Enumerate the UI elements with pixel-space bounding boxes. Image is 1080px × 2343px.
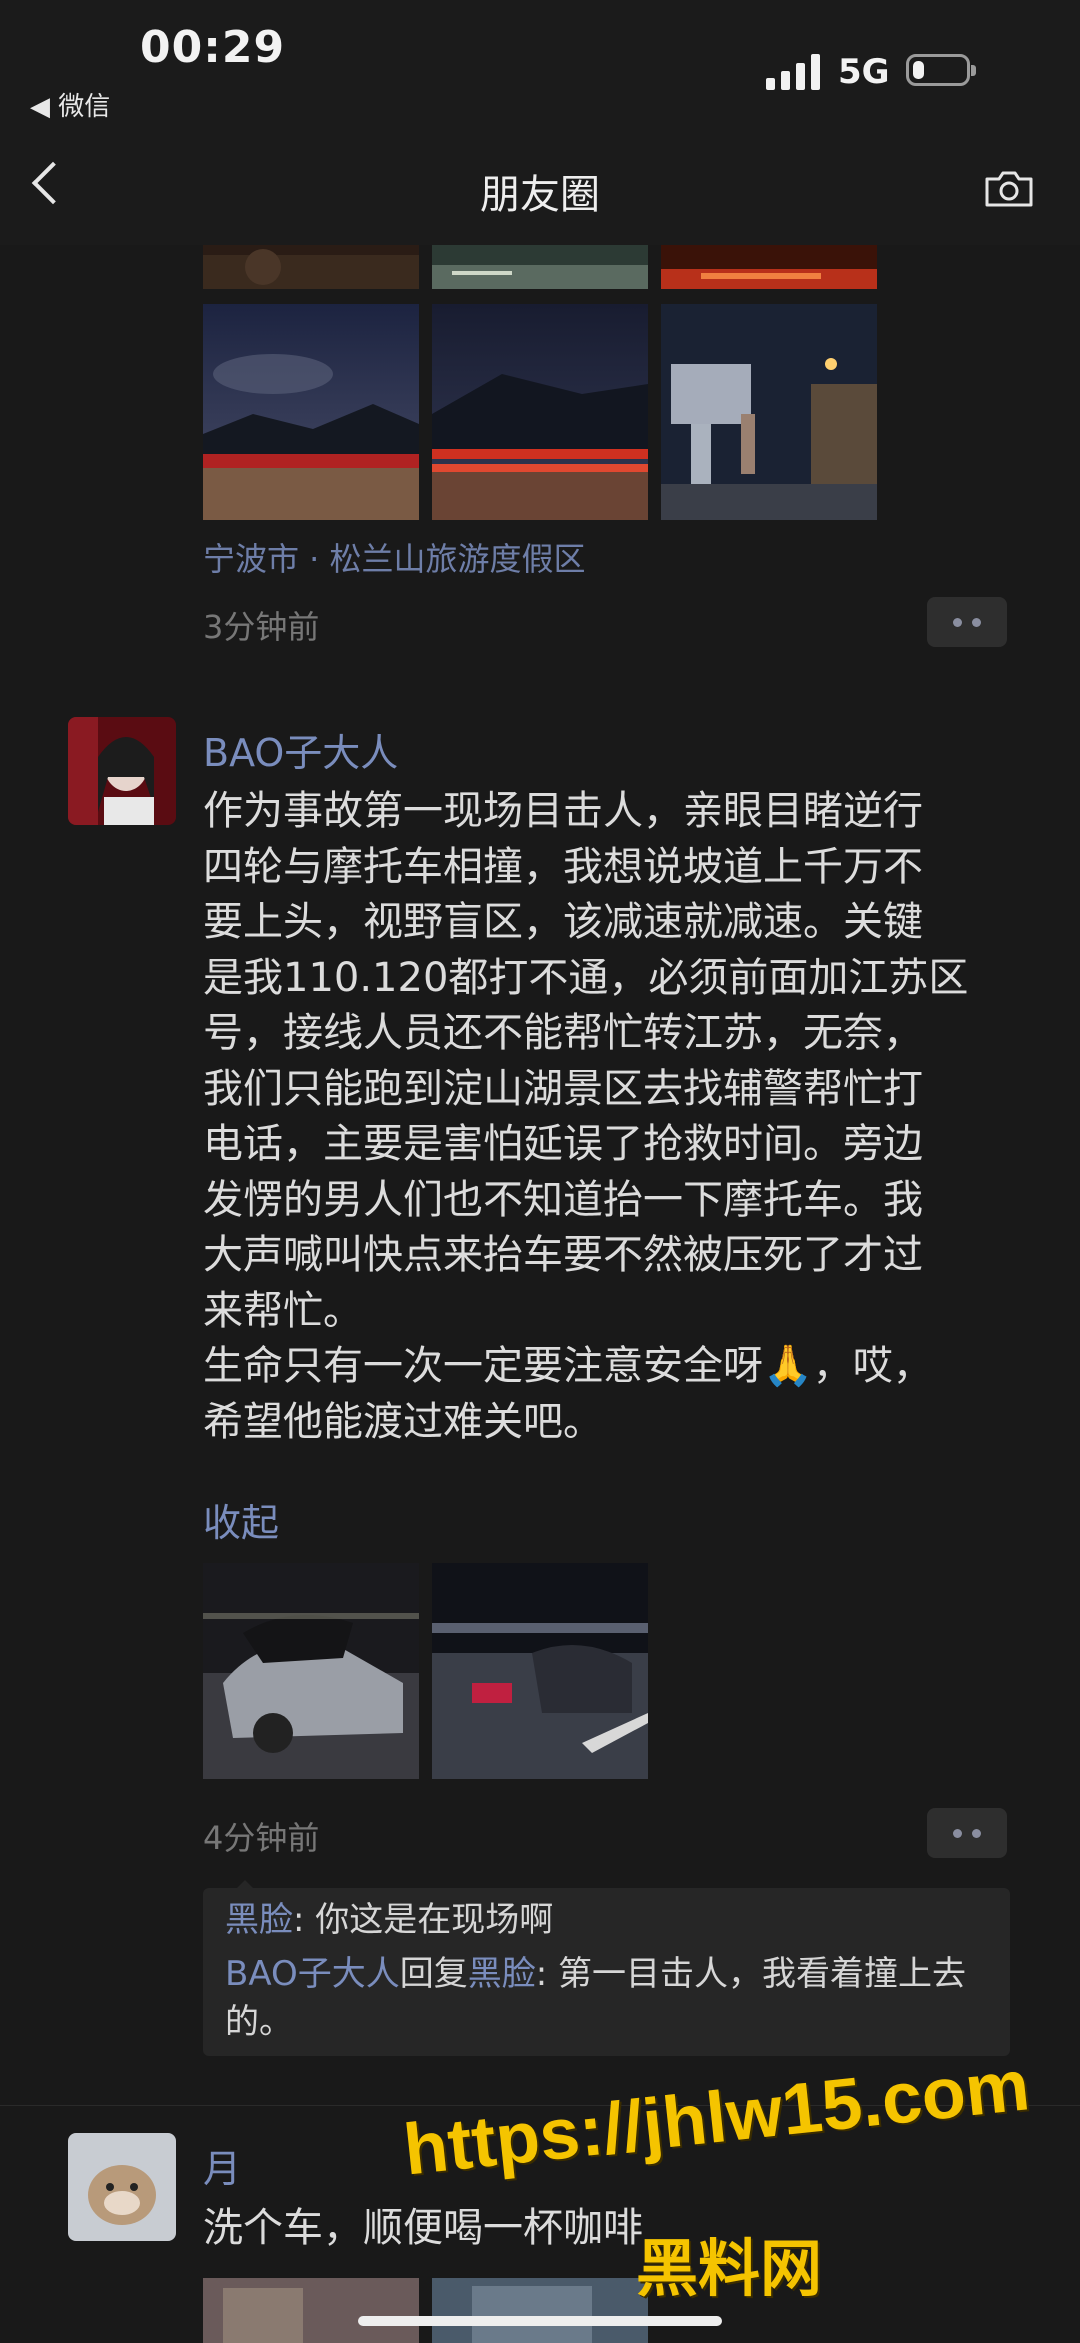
comment[interactable]: BAO子大人回复黑脸: 第一目击人，我看着撞上去的。 (225, 1950, 995, 2046)
collapse-link[interactable]: 收起 (203, 1492, 279, 1547)
battery-icon (906, 54, 976, 86)
nav-bar: 朋友圈 (0, 120, 1080, 245)
post-photo[interactable] (203, 245, 419, 289)
status-bar: 00:29 ◀ 微信 5G (0, 0, 1080, 123)
page-title: 朋友圈 (480, 172, 600, 218)
camera-icon[interactable] (984, 170, 1034, 208)
network-type: 5G (838, 52, 890, 92)
post-photo[interactable] (661, 245, 877, 289)
cellular-signal-icon (766, 54, 822, 90)
comment-author[interactable]: BAO子大人 (225, 1954, 400, 1994)
post-photo[interactable] (432, 304, 648, 520)
avatar[interactable] (68, 717, 176, 825)
post-photo[interactable] (203, 2278, 419, 2343)
post-author-name[interactable]: 月 (203, 2138, 241, 2193)
comment-author[interactable]: 黑脸 (225, 1900, 293, 1940)
status-clock: 00:29 (140, 22, 286, 73)
more-actions-button[interactable] (927, 597, 1007, 647)
post-text: 作为事故第一现场目击人，亲眼目睹逆行 四轮与摩托车相撞，我想说坡道上千万不 要上… (203, 788, 969, 1445)
post-time: 4分钟前 (203, 1819, 320, 1857)
post-text: 洗个车，顺便喝一杯咖啡 (203, 2205, 643, 2251)
post-photo[interactable] (432, 245, 648, 289)
post-time: 3分钟前 (203, 608, 320, 646)
post-photo[interactable] (432, 2278, 648, 2343)
home-indicator[interactable] (358, 2316, 722, 2326)
post-photo[interactable] (661, 304, 877, 520)
reply-target[interactable]: 黑脸 (468, 1954, 536, 1994)
watermark-name: 黑料网 (636, 2232, 823, 2305)
comments-section: 黑脸: 你这是在现场啊 BAO子大人回复黑脸: 第一目击人，我看着撞上去的。 (203, 1880, 1010, 2056)
comment[interactable]: 黑脸: 你这是在现场啊 (225, 1896, 995, 1944)
watermark-url: https://jhlw15.com (400, 2045, 1034, 2191)
comment-text: 你这是在现场啊 (315, 1900, 554, 1940)
battery-level (913, 61, 924, 79)
post-author-name[interactable]: BAO子大人 (203, 722, 398, 777)
post-location[interactable]: 宁波市 · 松兰山旅游度假区 (203, 534, 586, 580)
post-photo[interactable] (203, 1563, 419, 1779)
avatar[interactable] (68, 2133, 176, 2241)
comment-separator: : (535, 1954, 559, 1994)
post-photo[interactable] (203, 304, 419, 520)
comment-separator: : (293, 1900, 316, 1940)
post-photo[interactable] (432, 1563, 648, 1779)
more-actions-button[interactable] (927, 1808, 1007, 1858)
back-to-app-link[interactable]: ◀ 微信 (30, 86, 110, 123)
reply-label: 回复 (399, 1954, 468, 1994)
